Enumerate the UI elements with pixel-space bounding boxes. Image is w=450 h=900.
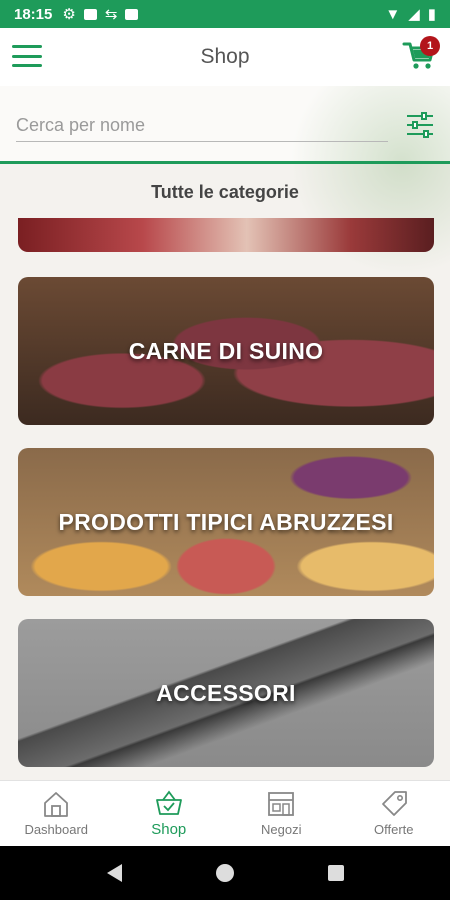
category-card[interactable] xyxy=(18,218,434,252)
network-icon: ⇆ xyxy=(104,6,118,23)
system-navigation-bar xyxy=(0,846,450,900)
status-notification-icons: ⚙ ⇆ xyxy=(62,5,139,23)
tag-icon xyxy=(381,791,407,816)
menu-icon[interactable] xyxy=(12,43,42,69)
sd-card-icon xyxy=(125,8,139,20)
home-button-icon[interactable] xyxy=(215,864,234,882)
nav-label: Shop xyxy=(151,821,187,838)
nav-label: Negozi xyxy=(261,822,302,837)
cart-button[interactable]: 1 xyxy=(402,36,440,72)
status-time: 18:15 xyxy=(14,5,53,23)
home-icon xyxy=(44,792,69,817)
categories-header: Tutte le categorie xyxy=(151,181,299,202)
category-label: CARNE DI SUINO xyxy=(128,337,324,364)
wifi-icon: ▼ xyxy=(385,5,401,23)
nav-negozi[interactable]: Negozi xyxy=(225,781,338,846)
bottom-navigation: Dashboard Shop Negozi Offerte xyxy=(0,780,450,846)
status-system-icons: ▼ ◢ ▮ xyxy=(385,5,436,24)
category-card-prodotti-tipici[interactable]: PRODOTTI TIPICI ABRUZZESI xyxy=(18,448,434,596)
back-icon[interactable] xyxy=(106,864,122,882)
nav-shop[interactable]: Shop xyxy=(113,781,226,846)
search-bar xyxy=(0,86,450,276)
nav-offerte[interactable]: Offerte xyxy=(338,781,450,846)
category-card-carne-di-suino[interactable]: CARNE DI SUINO xyxy=(18,277,434,425)
settings-icon: ⚙ xyxy=(62,6,76,23)
recent-apps-icon[interactable] xyxy=(327,865,344,881)
app-bar: Shop 1 xyxy=(0,28,450,86)
page-title: Shop xyxy=(200,45,250,68)
category-list[interactable]: CARNE DI SUINO PRODOTTI TIPICI ABRUZZESI… xyxy=(0,218,450,778)
status-bar: 18:15 ⚙ ⇆ ▼ ◢ ▮ xyxy=(0,0,450,28)
basket-icon xyxy=(155,790,182,815)
nav-label: Dashboard xyxy=(24,822,89,837)
nav-label: Offerte xyxy=(373,822,414,837)
nav-dashboard[interactable]: Dashboard xyxy=(0,781,113,846)
category-card-accessori[interactable]: ACCESSORI xyxy=(18,619,434,767)
store-icon xyxy=(268,792,295,816)
category-label: PRODOTTI TIPICI ABRUZZESI xyxy=(58,508,394,535)
cart-badge: 1 xyxy=(420,36,440,56)
battery-icon: ▮ xyxy=(427,6,436,23)
filter-icon[interactable] xyxy=(406,112,434,138)
signal-icon: ◢ xyxy=(408,6,420,23)
photo-icon xyxy=(83,8,97,20)
search-input[interactable] xyxy=(16,110,388,142)
category-label: ACCESSORI xyxy=(156,679,296,706)
